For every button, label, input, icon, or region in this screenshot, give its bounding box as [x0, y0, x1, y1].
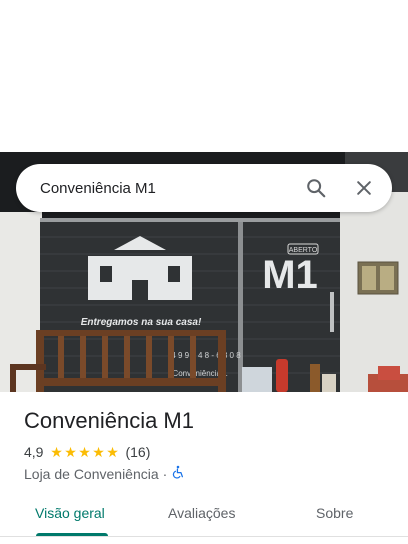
- tab-about[interactable]: Sobre: [316, 505, 353, 521]
- star-icon: ★: [106, 444, 119, 460]
- tabs-divider: [0, 536, 408, 537]
- category-row: Loja de Conveniência ·: [24, 465, 185, 482]
- place-name: Conveniência M1: [24, 408, 194, 433]
- tab-overview[interactable]: Visão geral: [35, 505, 105, 521]
- star-icon: ★: [64, 444, 77, 460]
- rating-value: 4,9: [24, 444, 44, 460]
- place-category: Loja de Conveniência: [24, 465, 159, 482]
- search-input[interactable]: Conveniência M1: [16, 180, 298, 197]
- separator-dot: ·: [162, 465, 168, 482]
- search-bar[interactable]: Conveniência M1: [16, 164, 392, 212]
- star-icon: ★: [92, 444, 105, 460]
- store-slogan: Entregamos na sua casa!: [81, 317, 202, 328]
- store-logo: M1: [262, 253, 318, 297]
- search-icon[interactable]: [298, 170, 334, 206]
- store-phone: 4 9 9 7 4 8 - 6 3 0 8: [171, 351, 241, 360]
- place-tabs: Visão geral Avaliações Sobre: [0, 496, 408, 536]
- star-icon: ★: [78, 444, 91, 460]
- review-count[interactable]: (16): [125, 444, 150, 460]
- tab-reviews[interactable]: Avaliações: [168, 505, 235, 521]
- star-icon: ★: [50, 444, 63, 460]
- wheelchair-icon: [171, 465, 185, 482]
- rating-row[interactable]: 4,9 ★ ★ ★ ★ ★ (16): [24, 444, 150, 460]
- close-icon[interactable]: [346, 170, 382, 206]
- star-rating: ★ ★ ★ ★ ★: [49, 445, 119, 459]
